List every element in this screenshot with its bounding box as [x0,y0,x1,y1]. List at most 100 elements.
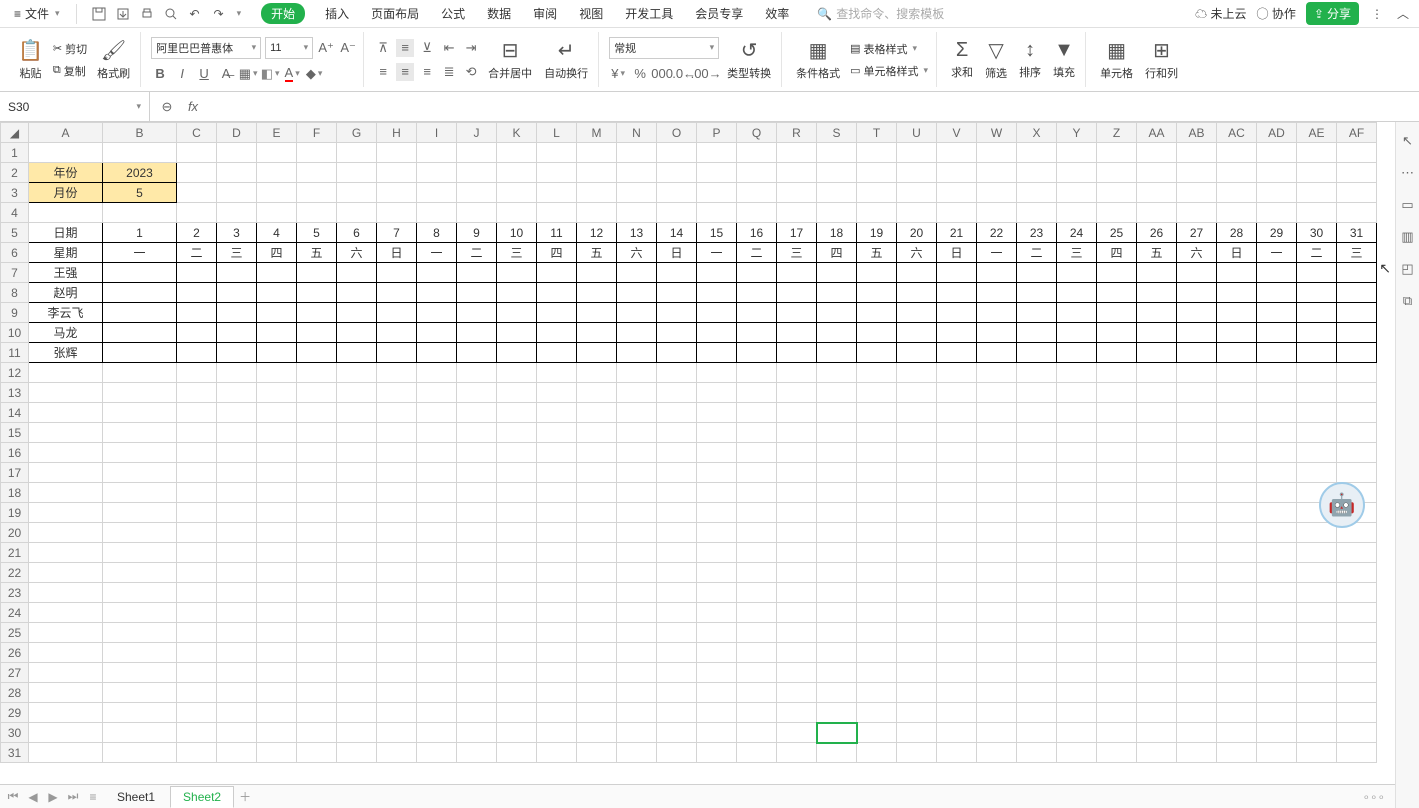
cell-U10[interactable] [897,323,937,343]
cell-P11[interactable] [697,343,737,363]
cell-O8[interactable] [657,283,697,303]
cell-U16[interactable] [897,443,937,463]
cell-O21[interactable] [657,543,697,563]
cell-F22[interactable] [297,563,337,583]
cell-D7[interactable] [217,263,257,283]
cell-J16[interactable] [457,443,497,463]
cell-B3[interactable]: 5 [103,183,177,203]
cell-Y28[interactable] [1057,683,1097,703]
cell-AC24[interactable] [1217,603,1257,623]
cell-P13[interactable] [697,383,737,403]
cell-Z19[interactable] [1097,503,1137,523]
cell-E14[interactable] [257,403,297,423]
cell-U5[interactable]: 20 [897,223,937,243]
cell-T16[interactable] [857,443,897,463]
col-header-F[interactable]: F [297,123,337,143]
cell-L6[interactable]: 四 [537,243,577,263]
cell-AB3[interactable] [1177,183,1217,203]
cell-AA2[interactable] [1137,163,1177,183]
cell-B6[interactable]: 一 [103,243,177,263]
cell-W14[interactable] [977,403,1017,423]
cell-M23[interactable] [577,583,617,603]
cell-H1[interactable] [377,143,417,163]
cell-M3[interactable] [577,183,617,203]
cell-R3[interactable] [777,183,817,203]
cell-L4[interactable] [537,203,577,223]
cell-M22[interactable] [577,563,617,583]
row-header-22[interactable]: 22 [1,563,29,583]
cell-Z8[interactable] [1097,283,1137,303]
cell-R12[interactable] [777,363,817,383]
cell-AF10[interactable] [1337,323,1377,343]
cell-AE23[interactable] [1297,583,1337,603]
cell-U27[interactable] [897,663,937,683]
cell-O24[interactable] [657,603,697,623]
cell-AF25[interactable] [1337,623,1377,643]
cell-I29[interactable] [417,703,457,723]
cell-AF22[interactable] [1337,563,1377,583]
cell-E1[interactable] [257,143,297,163]
cell-R9[interactable] [777,303,817,323]
decrease-font-icon[interactable]: A⁻ [339,39,357,57]
cell-AE3[interactable] [1297,183,1337,203]
cell-L12[interactable] [537,363,577,383]
cell-W7[interactable] [977,263,1017,283]
cell-Y16[interactable] [1057,443,1097,463]
cell-P16[interactable] [697,443,737,463]
name-box[interactable]: S30 ▾ [0,92,150,121]
cell-Z30[interactable] [1097,723,1137,743]
cell-F19[interactable] [297,503,337,523]
cell-T19[interactable] [857,503,897,523]
tab-efficiency[interactable]: 效率 [763,3,791,24]
cell-A20[interactable] [29,523,103,543]
cell-C5[interactable]: 2 [177,223,217,243]
cell-E3[interactable] [257,183,297,203]
cell-U2[interactable] [897,163,937,183]
cell-Z1[interactable] [1097,143,1137,163]
cell-O15[interactable] [657,423,697,443]
cell-H29[interactable] [377,703,417,723]
cell-C18[interactable] [177,483,217,503]
cell-D17[interactable] [217,463,257,483]
cancel-icon[interactable]: ⊖ [158,98,176,116]
align-center-icon[interactable]: ≡ [396,63,414,81]
cell-AD21[interactable] [1257,543,1297,563]
cell-T1[interactable] [857,143,897,163]
cell-Q8[interactable] [737,283,777,303]
col-header-W[interactable]: W [977,123,1017,143]
cell-AB5[interactable]: 27 [1177,223,1217,243]
cell-E16[interactable] [257,443,297,463]
row-header-31[interactable]: 31 [1,743,29,763]
cell-O20[interactable] [657,523,697,543]
cell-P28[interactable] [697,683,737,703]
cell-O25[interactable] [657,623,697,643]
cell-K25[interactable] [497,623,537,643]
cell-K31[interactable] [497,743,537,763]
cell-F1[interactable] [297,143,337,163]
cell-AD17[interactable] [1257,463,1297,483]
cell-U18[interactable] [897,483,937,503]
cell-AF17[interactable] [1337,463,1377,483]
cell-U22[interactable] [897,563,937,583]
cell-H20[interactable] [377,523,417,543]
cell-Q29[interactable] [737,703,777,723]
cell-AC6[interactable]: 日 [1217,243,1257,263]
cell-AE22[interactable] [1297,563,1337,583]
cell-G30[interactable] [337,723,377,743]
cell-N15[interactable] [617,423,657,443]
cell-O3[interactable] [657,183,697,203]
cell-B19[interactable] [103,503,177,523]
cell-B23[interactable] [103,583,177,603]
cell-H8[interactable] [377,283,417,303]
cell-S17[interactable] [817,463,857,483]
cell-AC20[interactable] [1217,523,1257,543]
cell-W4[interactable] [977,203,1017,223]
row-header-12[interactable]: 12 [1,363,29,383]
cell-T31[interactable] [857,743,897,763]
cell-Z24[interactable] [1097,603,1137,623]
cell-AB11[interactable] [1177,343,1217,363]
cell-T21[interactable] [857,543,897,563]
cell-D25[interactable] [217,623,257,643]
last-sheet-icon[interactable]: ⏭ [64,789,82,804]
font-name-select[interactable]: 阿里巴巴普惠体▾ [151,37,261,59]
